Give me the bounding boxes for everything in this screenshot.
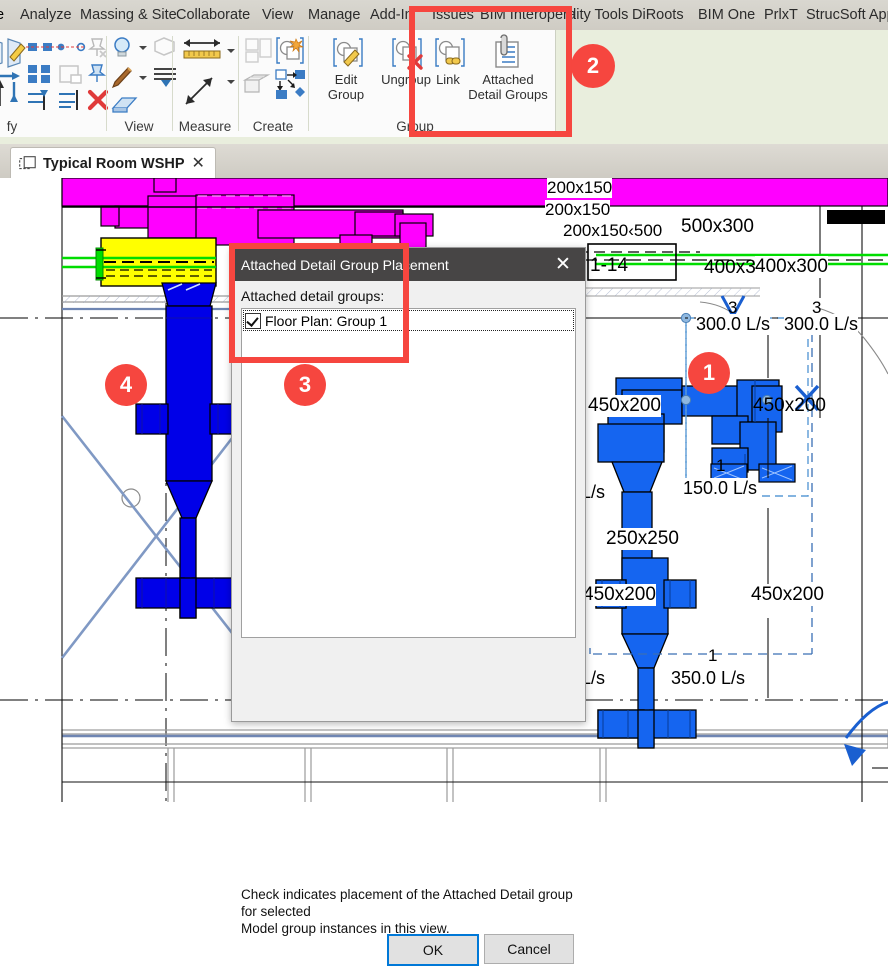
duct-label: 200x150‹500 — [563, 221, 663, 241]
ribbon-panel-create: Create — [240, 30, 306, 137]
airflow-label: 300.0 L/s — [784, 314, 859, 335]
ribbon-tab-e[interactable]: e — [0, 0, 4, 30]
ribbon-panel-measure: Measure — [174, 30, 236, 137]
panel-label-create: Create — [252, 119, 294, 134]
duct-label: 400x3 — [704, 257, 756, 278]
panel-divider-2 — [172, 36, 173, 131]
callout-3: 3 — [284, 364, 326, 406]
panel-divider-1 — [106, 36, 107, 131]
ribbon-group-highlight — [409, 6, 572, 137]
ribbon-tab-lity-tools[interactable]: lity Tools — [573, 0, 628, 30]
callout-2: 2 — [571, 44, 615, 88]
cancel-button[interactable]: Cancel — [484, 934, 574, 964]
ribbon-panel-modify: fy — [0, 30, 109, 137]
airflow-label: 300.0 L/s — [696, 314, 771, 335]
view-tab-label: Typical Room WSHP — [43, 155, 185, 172]
panel-divider-3 — [238, 36, 239, 131]
edit-group-button[interactable]: Edit Group — [318, 32, 374, 120]
airflow-count: 1 — [716, 456, 726, 475]
ribbon-tab-bim-one[interactable]: BIM One — [698, 0, 755, 30]
duct-label: 450x200 — [751, 584, 824, 606]
duct-label: 200x150 — [545, 200, 611, 220]
panel-label-measure: Measure — [178, 119, 232, 134]
callout-4: 4 — [105, 364, 147, 406]
ribbon-tab-prlxt[interactable]: PrlxT — [764, 0, 798, 30]
ribbon-tab-strucsoft-apps[interactable]: StrucSoft Apps — [806, 0, 888, 30]
ribbon-tab-massing-site[interactable]: Massing & Site — [80, 0, 177, 30]
duct-label: 450x200 — [753, 395, 826, 416]
callout-1: 1 — [688, 352, 730, 394]
ribbon-tab-analyze[interactable]: Analyze — [20, 0, 72, 30]
view-tab-typical-room-wshp[interactable]: Typical Room WSHP ✕ — [10, 147, 216, 179]
close-icon[interactable]: ✕ — [541, 248, 585, 281]
duct-label: 400x300 — [755, 256, 828, 278]
dialog-top-highlight — [229, 243, 409, 363]
duct-label: 250x250 — [606, 528, 679, 550]
ok-button[interactable]: OK — [387, 934, 479, 966]
duct-label: 450x200 — [588, 395, 661, 417]
dialog-hint-text: Check indicates placement of the Attache… — [241, 886, 577, 937]
ribbon-tab-add-in[interactable]: Add-In — [370, 0, 413, 30]
edit-group-label-1: Edit — [334, 72, 358, 87]
panel-label-modify: fy — [6, 119, 18, 134]
airflow-label: 150.0 L/s — [683, 478, 758, 499]
dialog-hint-line-1: Check indicates placement of the Attache… — [241, 887, 573, 919]
airflow-count: 1 — [708, 646, 718, 665]
duct-tag: 1-14 — [590, 255, 629, 276]
close-icon[interactable]: ✕ — [192, 155, 205, 172]
view-plan-icon — [19, 155, 36, 172]
ribbon-tab-collaborate[interactable]: Collaborate — [176, 0, 250, 30]
ribbon-tab-manage[interactable]: Manage — [308, 0, 360, 30]
panel-label-view: View — [124, 119, 154, 134]
edit-group-label-2: Group — [327, 87, 365, 102]
duct-label: 450x200 — [583, 584, 656, 606]
view-tab-bar: Typical Room WSHP ✕ — [0, 144, 888, 179]
airflow-label: 350.0 L/s — [671, 668, 746, 689]
dialog-button-row: OK Cancel — [232, 934, 585, 966]
panel-divider-4 — [308, 36, 309, 131]
ribbon-panel-view: View — [108, 30, 176, 137]
duct-label: 500x300 — [681, 216, 754, 238]
ribbon-tab-view[interactable]: View — [262, 0, 293, 30]
ribbon-tab-diroots[interactable]: DiRoots — [632, 0, 684, 30]
duct-label: 200x150 — [547, 178, 613, 198]
